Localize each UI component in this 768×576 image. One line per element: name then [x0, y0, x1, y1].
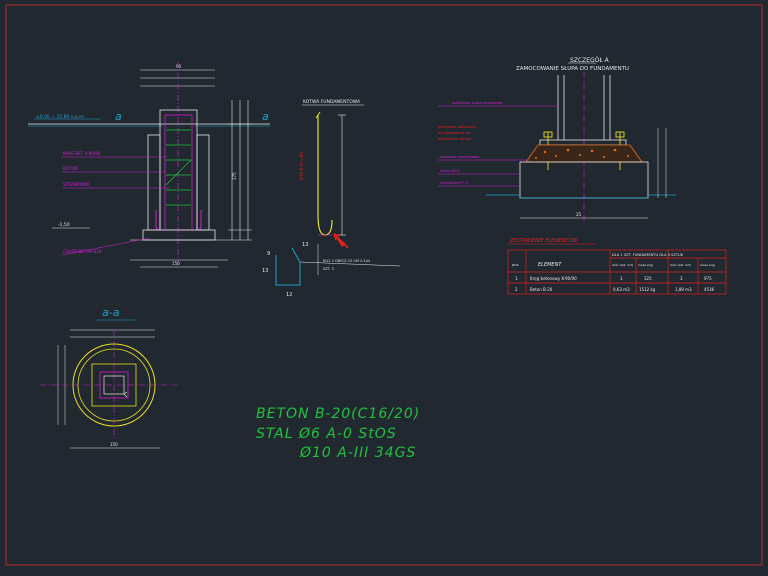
row1-qty2: 3: [680, 276, 683, 281]
material-notes: BETON B-20(C16/20) STAL Ø6 A-0 StOS Ø10 …: [256, 406, 420, 461]
note-steel-1: STAL Ø6 A-0 StOS: [256, 426, 397, 442]
row2-element: Beton B-20: [530, 287, 553, 292]
dim-right-1: 175: [232, 172, 237, 180]
detail-red-note-1: podlewka betonowa: [438, 124, 476, 129]
row2-mass2: 4536: [704, 287, 715, 292]
row2-mass1: 1512 kg: [639, 287, 656, 292]
level-bottom-label: -1,50: [58, 222, 70, 228]
row2-poz: 2: [515, 287, 518, 292]
sheet-frame: [5, 4, 763, 566]
kotwa-label-2: SZT. 3: [323, 267, 334, 271]
th-mass2: masa (kg): [700, 263, 715, 267]
anchor-detail: KOTWA FUNDAMENTOWA Ø10 A-III l=85 M12 2 …: [299, 99, 401, 275]
detail-red-note-2: do wykonania po: [438, 130, 471, 135]
bar-dim-3: 12: [286, 292, 292, 298]
row1-qty1: 1: [620, 276, 623, 281]
label-ring: KRAG BET. K-90/90: [63, 151, 101, 156]
note-steel-2: Ø10 A-III 34GS: [299, 445, 416, 461]
row1-mass2: 975: [704, 276, 712, 281]
section-title: a-a: [102, 306, 120, 319]
label-blinding: CHUDY BETON B10: [63, 249, 102, 254]
detail-label-base: podstawa słupa stalowego: [452, 100, 503, 105]
dim-top-total: 90: [176, 64, 182, 69]
dim-bottom: 150: [172, 261, 180, 266]
section-mark-left: a: [115, 110, 122, 123]
detail-dim-bottom: 25: [576, 212, 582, 217]
row1-element: Kręg betonowy K-90/90: [530, 276, 577, 281]
th-qty1: ilość (szt. m3): [612, 263, 633, 267]
section-mark-right: a: [262, 110, 269, 123]
detail-red-note-3: wykonaniu stropu: [438, 136, 472, 141]
row1-poz: 1: [515, 276, 518, 281]
row2-qty2: 1,89 m3: [675, 287, 692, 292]
kotwa-note: Ø10 A-III l=85: [299, 152, 304, 180]
plan-dim-bottom: 150: [110, 442, 118, 447]
label-stirrups: STRZEMIONA: [63, 182, 90, 187]
table-group-header: DLA 1 SZT. FUNDAMENTU DLA 3 SZTUK: [612, 253, 684, 257]
row2-qty1: 0,63 m3: [613, 287, 630, 292]
bar-dim-1: 9: [267, 251, 270, 257]
detail-a: SZCZEGÓŁ A ZAMOCOWANIE SŁUPA DO FUNDAMEN…: [438, 57, 676, 222]
detail-label-foundation: fundament F-1: [440, 180, 469, 185]
note-concrete: BETON B-20(C16/20): [256, 406, 420, 422]
detail-label-concrete: beton B15: [440, 168, 460, 173]
row1-mass1: 325: [644, 276, 652, 281]
kotwa-label-1: M12 2 OBYCZ 15 CM 1:144: [323, 259, 371, 263]
bar-dim-2: 13: [262, 268, 268, 274]
table-title: ZESTAWIENIE ELEMENTÓW: [509, 237, 579, 244]
detail-label-grout: zaprawa cementowa: [440, 154, 479, 159]
foundation-elevation: 90 a a ±0,00 = 37,80 n.p.m. -1,50 KRAG B…: [28, 62, 270, 268]
section-plan: a-a 150: [40, 306, 178, 449]
elements-table: ZESTAWIENIE ELEMENTÓW DLA 1 SZT. FUNDAME…: [507, 237, 727, 295]
bar-bend-detail: 9 13 12 13: [262, 242, 308, 298]
label-anchor: KOTWA: [63, 166, 78, 171]
drawing-canvas: 90 a a ±0,00 = 37,80 n.p.m. -1,50 KRAG B…: [5, 4, 763, 566]
kotwa-title: KOTWA FUNDAMENTOWA: [303, 99, 361, 105]
th-mass1: masa (kg): [638, 263, 653, 267]
bar-dim-4: 13: [302, 242, 308, 248]
th-qty2: ilość (szt. m3): [670, 263, 691, 267]
th-element: ELEMENT: [538, 262, 562, 268]
detail-subtitle: ZAMOCOWANIE SŁUPA DO FUNDAMENTU: [516, 66, 629, 72]
th-poz: poz.: [511, 263, 520, 267]
